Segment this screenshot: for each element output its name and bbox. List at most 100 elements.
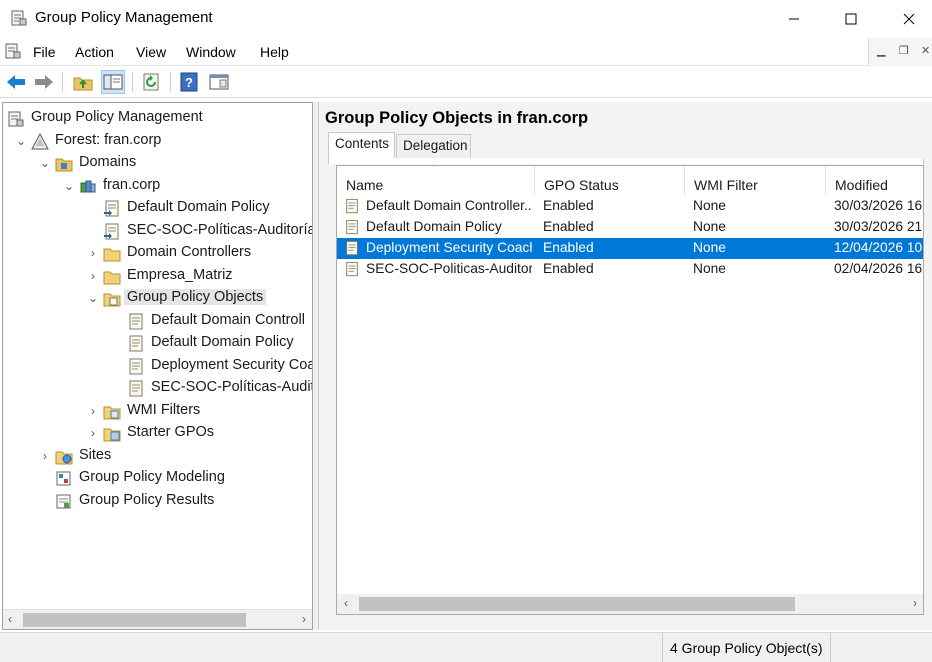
column-header-modified[interactable]: Modified <box>826 166 923 196</box>
expand-chevron-icon[interactable]: › <box>87 400 99 422</box>
toolbar: ? <box>0 66 932 98</box>
refresh-icon <box>143 73 159 91</box>
tree-node[interactable]: SEC-SOC-Políticas-Audito <box>3 377 312 399</box>
properties-button[interactable] <box>207 70 231 94</box>
console-tree[interactable]: Group Policy Management ⌄ Forest: fran.cor… <box>2 102 313 630</box>
list-item[interactable]: SEC-SOC-Politicas-Auditoria Enabled None 02… <box>337 259 923 280</box>
gpo-icon <box>346 240 358 256</box>
expand-chevron-icon[interactable]: › <box>87 422 99 444</box>
list-item[interactable]: Deployment Security Coach Enabled None 12/0… <box>337 238 923 259</box>
gpo-icon <box>346 261 358 277</box>
expand-chevron-icon[interactable]: › <box>87 265 99 287</box>
tree-node[interactable]: Default Domain Controll <box>3 310 312 332</box>
title-bar: Group Policy Management <box>0 0 932 38</box>
tree-node[interactable]: Default Domain Policy <box>3 197 312 219</box>
menu-file[interactable]: File <box>33 44 56 60</box>
maximize-button[interactable] <box>822 0 880 38</box>
help-icon: ? <box>180 72 198 92</box>
collapse-chevron-icon[interactable]: ⌄ <box>39 152 51 174</box>
gpo-wmi-filter: None <box>693 240 726 255</box>
tree-node[interactable]: Deployment Security Coa <box>3 355 312 377</box>
modeling-icon <box>56 471 71 486</box>
collapse-chevron-icon[interactable]: ⌄ <box>15 130 27 152</box>
tree-node-label: Domains <box>79 154 137 170</box>
tab-contents[interactable]: Contents <box>328 132 395 159</box>
menu-action[interactable]: Action <box>75 44 114 60</box>
tree-node-label: Deployment Security Coa <box>151 356 313 373</box>
tree-node[interactable]: Group Policy Results <box>3 490 312 512</box>
gpo-list[interactable]: ^ Name GPO Status WMI Filter Modified De… <box>336 165 924 615</box>
menu-bar: File Action View Window Help ▁ ❐ ✕ <box>0 38 932 66</box>
toolbar-separator <box>132 72 133 92</box>
list-item[interactable]: Default Domain Controller... Enabled None 3… <box>337 196 923 217</box>
menu-window[interactable]: Window <box>186 44 236 60</box>
gpo-link-icon <box>104 200 119 217</box>
gpm-app-icon[interactable] <box>10 9 28 27</box>
menu-view[interactable]: View <box>136 44 166 60</box>
tree-node-label: Default Domain Policy <box>151 334 294 350</box>
scrollbar-thumb[interactable] <box>23 613 246 627</box>
tree-node[interactable]: ⌄ fran.corp <box>3 175 312 197</box>
tree-node[interactable]: › Domain Controllers <box>3 242 312 264</box>
tree-node-label: Default Domain Policy <box>127 199 270 215</box>
scrollbar-thumb[interactable] <box>359 597 795 611</box>
scroll-right-icon[interactable]: › <box>302 612 306 626</box>
tree-node[interactable]: › Sites <box>3 445 312 467</box>
expand-chevron-icon[interactable]: › <box>87 242 99 264</box>
help-button[interactable]: ? <box>177 70 201 94</box>
gpo-folder-icon <box>103 293 121 307</box>
gpo-icon <box>346 198 358 214</box>
forward-button[interactable] <box>32 70 56 94</box>
up-level-button[interactable] <box>71 70 95 94</box>
results-icon <box>56 494 71 508</box>
tree-node[interactable]: ⌄ Group Policy Objects <box>3 287 312 309</box>
mmc-system-icon[interactable] <box>4 42 22 60</box>
minimize-icon <box>789 18 799 20</box>
tree-node[interactable]: › Empresa_Matriz <box>3 265 312 287</box>
ou-icon <box>103 271 121 284</box>
mdi-restore-icon[interactable]: ❐ <box>899 44 909 57</box>
refresh-button[interactable] <box>140 70 164 94</box>
collapse-chevron-icon[interactable]: ⌄ <box>63 175 75 197</box>
tree-node[interactable]: Default Domain Policy <box>3 332 312 354</box>
tree-node[interactable]: › Starter GPOs <box>3 422 312 444</box>
list-item[interactable]: Default Domain Policy Enabled None 30/03/20… <box>337 217 923 238</box>
svg-text:?: ? <box>185 75 193 90</box>
scroll-left-icon[interactable]: ‹ <box>8 612 12 626</box>
forest-icon <box>31 132 49 149</box>
gpo-modified: 12/04/2026 10 <box>834 240 923 255</box>
gpo-modified: 30/03/2026 16 <box>834 198 923 213</box>
tab-body <box>328 158 924 164</box>
wmi-folder-icon <box>103 406 121 419</box>
tree-horizontal-scrollbar[interactable]: ‹ › <box>3 609 312 629</box>
tree-node-label: Default Domain Controll <box>151 311 305 328</box>
mdi-close-icon[interactable]: ✕ <box>921 44 930 57</box>
tree-node-label: Group Policy Management <box>31 109 203 125</box>
scroll-left-icon[interactable]: ‹ <box>344 596 348 610</box>
show-hide-tree-button[interactable] <box>101 70 125 94</box>
tree-node[interactable]: ⌄ Forest: fran.corp <box>3 130 312 152</box>
column-label: Name <box>346 177 384 193</box>
close-button[interactable] <box>880 0 932 38</box>
tree-node[interactable]: › WMI Filters <box>3 400 312 422</box>
list-horizontal-scrollbar[interactable]: ‹ › <box>337 594 923 614</box>
scroll-right-icon[interactable]: › <box>913 596 917 610</box>
column-header-gpo-status[interactable]: GPO Status <box>535 166 685 196</box>
column-header-name[interactable]: ^ Name <box>337 166 535 196</box>
minimize-button[interactable] <box>765 0 823 38</box>
tab-delegation[interactable]: Delegation <box>396 134 471 158</box>
folder-up-icon <box>73 77 93 91</box>
expand-chevron-icon[interactable]: › <box>39 445 51 467</box>
tree-node[interactable]: Group Policy Modeling <box>3 467 312 489</box>
gpo-icon <box>129 335 143 352</box>
tree-node[interactable]: SEC-SOC-Políticas-Auditoría <box>3 220 312 242</box>
column-header-wmi-filter[interactable]: WMI Filter <box>685 166 826 196</box>
mdi-minimize-icon[interactable]: ▁ <box>877 44 885 57</box>
gpo-icon <box>346 219 358 235</box>
tree-node[interactable]: ⌄ Domains <box>3 152 312 174</box>
tree-node[interactable]: Group Policy Management <box>3 107 312 129</box>
collapse-chevron-icon[interactable]: ⌄ <box>87 287 99 309</box>
back-button[interactable] <box>4 70 28 94</box>
menu-help[interactable]: Help <box>260 44 289 60</box>
tree-node-label: fran.corp <box>103 176 161 193</box>
